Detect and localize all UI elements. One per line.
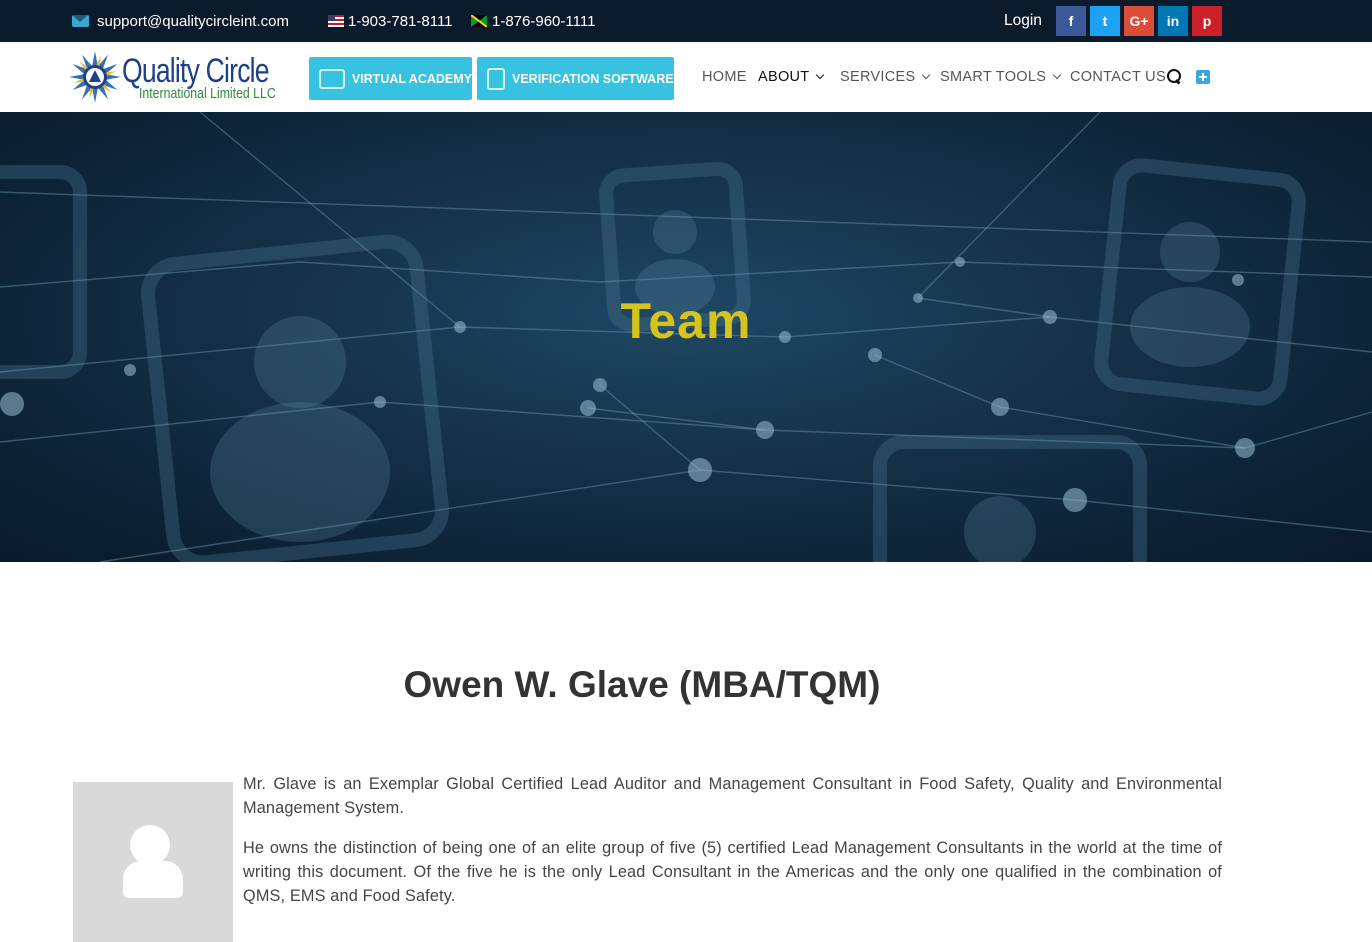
nav-services[interactable]: SERVICES: [840, 42, 931, 112]
support-email: support@qualitycircleint.com: [97, 12, 289, 30]
bio-paragraph: Mr. Glave is an Exemplar Global Certifie…: [243, 775, 1222, 817]
graduation-cap-icon: [319, 68, 345, 89]
google-plus-icon[interactable]: G+: [1124, 6, 1154, 36]
company-logo[interactable]: Quality Circle International Limited LLC: [67, 49, 292, 105]
nav-about-label: ABOUT: [758, 69, 810, 85]
avatar-head: [130, 825, 170, 865]
site-header: Quality Circle International Limited LLC…: [0, 42, 1372, 112]
bio-paragraph: He owns the distinction of being one of …: [243, 839, 1222, 905]
top-bar: support@qualitycircleint.com 1-903-781-8…: [0, 0, 1372, 42]
nav-smart-tools-label: SMART TOOLS: [940, 69, 1047, 85]
nav-services-label: SERVICES: [840, 69, 916, 85]
pinterest-icon[interactable]: p: [1192, 6, 1222, 36]
verification-software-label: VERIFICATION SOFTWARE: [512, 71, 674, 86]
user-placeholder-icon: [73, 782, 233, 942]
support-email-link[interactable]: support@qualitycircleint.com: [72, 0, 289, 42]
jamaica-flag-icon: [471, 15, 487, 27]
team-member-name: Owen W. Glave (MBA/TQM): [403, 664, 881, 705]
chevron-down-icon: [1052, 70, 1062, 80]
hero-banner: Team: [0, 112, 1372, 562]
phone-jm-link[interactable]: 1-876-960-1111: [471, 0, 595, 42]
logo-emblem-icon: [69, 51, 121, 103]
us-flag-icon: [328, 15, 344, 27]
phone-jm: 1-876-960-1111: [492, 12, 596, 30]
mail-icon: [72, 15, 89, 27]
hero-title: Team: [620, 293, 752, 349]
nav-home[interactable]: HOME: [702, 42, 747, 112]
twitter-icon[interactable]: t: [1090, 6, 1120, 36]
search-icon[interactable]: [1167, 69, 1181, 83]
virtual-academy-button[interactable]: VIRTUAL ACADEMY: [309, 57, 472, 100]
facebook-icon[interactable]: f: [1056, 6, 1086, 36]
avatar-body: [123, 861, 183, 898]
verification-software-button[interactable]: VERIFICATION SOFTWARE: [477, 57, 674, 100]
chevron-down-icon: [816, 70, 825, 80]
phone-us: 1-903-781-8111: [348, 12, 453, 30]
chevron-down-icon: [922, 70, 931, 80]
logo-subtitle: International Limited LLC: [139, 85, 276, 102]
virtual-academy-label: VIRTUAL ACADEMY: [351, 71, 472, 86]
nav-about[interactable]: ABOUT: [758, 42, 825, 112]
plus-square-icon[interactable]: [1196, 70, 1210, 84]
linkedin-icon[interactable]: in: [1158, 6, 1188, 36]
nav-contact[interactable]: CONTACT US: [1070, 42, 1166, 112]
nav-smart-tools[interactable]: SMART TOOLS: [940, 42, 1062, 112]
clipboard-icon: [487, 67, 505, 90]
phone-us-link[interactable]: 1-903-781-8111: [328, 0, 453, 42]
login-link[interactable]: Login: [1004, 0, 1042, 42]
